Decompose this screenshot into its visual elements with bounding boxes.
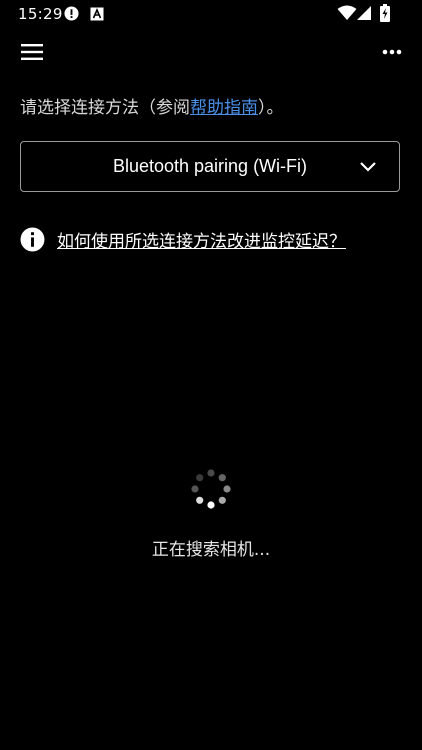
alert-circle-icon — [64, 6, 79, 21]
connection-method-value: Bluetooth pairing (Wi-Fi) — [112, 156, 308, 176]
signal-icon — [357, 6, 371, 20]
instruction-text: 请选择连接方法（参阅 — [20, 98, 190, 118]
app-bar — [0, 28, 422, 76]
connection-method-select[interactable]: Bluetooth pairing (Wi-Fi) — [20, 141, 400, 192]
status-bar: 15:29 — [0, 0, 422, 28]
instruction-text-end: ）。 — [258, 98, 284, 118]
hamburger-menu-icon — [21, 44, 43, 60]
latency-tip: 如何使用所选连接方法改进监控延迟？ — [20, 226, 410, 252]
connection-instruction: 请选择连接方法（参阅帮助指南）。 — [20, 96, 410, 120]
latency-tip-link[interactable]: 如何使用所选连接方法改进监控延迟？ — [57, 227, 346, 252]
more-options-button[interactable] — [374, 34, 410, 70]
info-icon — [20, 227, 45, 251]
status-time: 15:29 — [18, 5, 63, 23]
spinner-icon — [191, 469, 231, 509]
more-options-icon — [382, 49, 402, 55]
searching-camera-text: 正在搜索相机... — [151, 540, 271, 560]
chevron-down-icon — [360, 162, 376, 172]
help-guide-link[interactable]: 帮助指南 — [190, 98, 258, 118]
wifi-icon — [337, 5, 357, 20]
menu-button[interactable] — [14, 34, 50, 70]
text-a-icon — [90, 7, 104, 21]
battery-charging-icon — [380, 4, 390, 22]
